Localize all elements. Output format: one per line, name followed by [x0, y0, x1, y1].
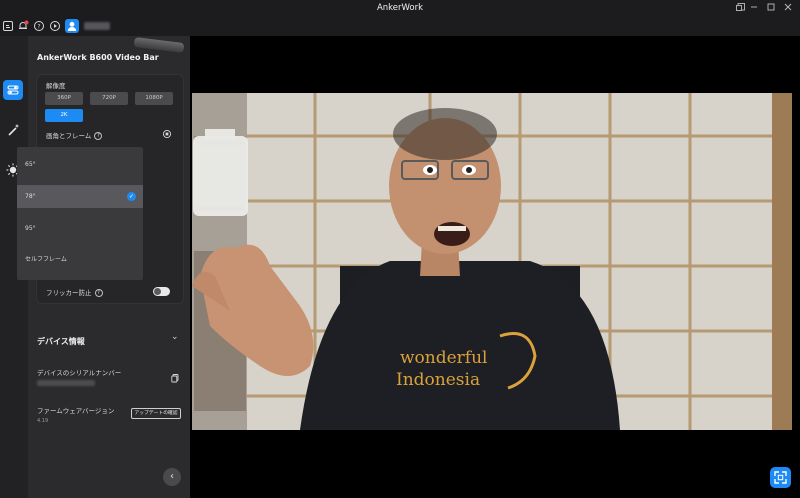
- flicker-label: フリッカー防止: [46, 289, 92, 297]
- notification-bell-icon: [19, 20, 29, 29]
- resolution-option-1080p[interactable]: 1080P: [135, 92, 173, 105]
- resolution-label: 解像度: [46, 82, 66, 90]
- user-avatar[interactable]: [65, 19, 79, 33]
- fov-option-label: 95°: [25, 225, 36, 232]
- fov-option-78[interactable]: 78° ✓: [17, 185, 143, 208]
- fov-options-list: 65° 78° ✓ 95° セルフフレーム: [17, 147, 143, 280]
- help-button[interactable]: ?: [33, 20, 45, 32]
- resolution-option-360p[interactable]: 360P: [45, 92, 83, 105]
- shirt-text-line1: wonderful: [400, 348, 487, 368]
- firmware-version-label: ファームウェアバージョン: [37, 407, 115, 415]
- screen-share-button[interactable]: [2, 20, 14, 32]
- help-icon: ?: [34, 21, 44, 31]
- notification-dot: [24, 20, 29, 25]
- firmware-version-value: 4.19: [37, 418, 49, 424]
- serial-number-value-redacted: [37, 380, 95, 386]
- flicker-toggle[interactable]: [153, 287, 170, 296]
- fov-option-label: 65°: [25, 161, 36, 168]
- fov-label-row: 画角とフレーム?: [46, 130, 103, 140]
- collapse-panel-button[interactable]: ‹: [163, 468, 181, 486]
- device-info-expand[interactable]: ⌄: [171, 332, 179, 342]
- video-play-icon: [50, 21, 60, 31]
- screen-share-icon: [3, 21, 13, 31]
- notification-button[interactable]: [17, 20, 29, 32]
- camera-preview: wonderful Indonesia: [190, 36, 800, 498]
- maximize-icon: [767, 3, 775, 11]
- fov-option-65[interactable]: 65°: [17, 153, 143, 176]
- device-title: AnkerWork B600 Video Bar: [37, 53, 159, 62]
- shirt-text-line2: Indonesia: [396, 370, 480, 390]
- fov-option-label: 78°: [25, 193, 36, 200]
- selected-check-icon: ✓: [127, 192, 136, 201]
- close-button[interactable]: [777, 2, 799, 15]
- resolution-option-2k[interactable]: 2K: [45, 109, 83, 122]
- svg-text:?: ?: [37, 23, 40, 30]
- close-icon: [784, 3, 792, 11]
- camera-feed-image: wonderful Indonesia: [190, 36, 800, 498]
- settings-sliders-icon: [7, 85, 19, 95]
- device-image: [133, 36, 185, 54]
- title-bar: AnkerWork: [0, 0, 800, 18]
- top-toolbar: ?: [0, 18, 800, 36]
- fov-option-95[interactable]: 95°: [17, 217, 143, 240]
- minimize-icon: [751, 6, 757, 8]
- reset-icon: [162, 129, 172, 139]
- flicker-help-icon[interactable]: ?: [94, 289, 103, 297]
- copy-icon: [171, 374, 179, 383]
- resolution-option-720p[interactable]: 720P: [90, 92, 128, 105]
- fov-reset-button[interactable]: [162, 129, 172, 139]
- fov-option-label: セルフフレーム: [25, 256, 67, 263]
- check-update-button[interactable]: アップデートの確認: [131, 408, 181, 419]
- rail-item-beauty[interactable]: [3, 120, 23, 140]
- serial-number-label: デバイスのシリアルナンバー: [37, 369, 122, 377]
- fullscreen-button[interactable]: [770, 467, 791, 488]
- user-name-redacted: [84, 22, 110, 30]
- fov-help-icon[interactable]: ?: [94, 132, 103, 140]
- user-icon: [67, 21, 77, 31]
- flicker-label-row: フリッカー防止?: [46, 287, 103, 297]
- fov-label: 画角とフレーム: [46, 132, 92, 140]
- app-title: AnkerWork: [376, 3, 424, 13]
- video-play-button[interactable]: [49, 20, 61, 32]
- fov-option-self-frame[interactable]: セルフフレーム: [17, 248, 143, 271]
- fullscreen-icon: [774, 471, 787, 484]
- copy-serial-button[interactable]: [170, 373, 180, 383]
- toggle-knob: [154, 288, 161, 295]
- magic-wand-icon: [8, 124, 19, 136]
- rail-item-camera-settings[interactable]: [3, 80, 23, 100]
- device-info-title: デバイス情報: [37, 337, 85, 346]
